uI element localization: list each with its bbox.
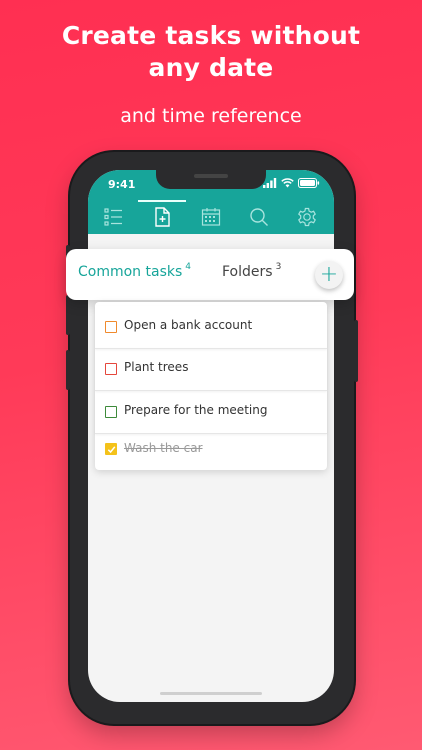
headline-line-1: Create tasks without xyxy=(61,21,361,50)
notch xyxy=(156,170,266,189)
task-checkbox-checked[interactable] xyxy=(105,443,117,455)
headline-line-2: any date xyxy=(148,53,274,82)
plus-icon: + xyxy=(319,262,339,287)
status-time: 9:41 xyxy=(108,178,136,191)
task-text: Wash the car xyxy=(124,441,203,455)
task-row[interactable]: Plant trees xyxy=(95,348,327,391)
task-text: Prepare for the meeting xyxy=(124,403,268,417)
tab-bar xyxy=(88,200,334,234)
tab-calendar[interactable] xyxy=(200,206,222,228)
tab-search[interactable] xyxy=(248,206,270,228)
common-tasks-count: 4 xyxy=(185,262,192,272)
task-row[interactable]: Wash the car xyxy=(95,430,327,468)
task-text: Open a bank account xyxy=(124,318,253,332)
task-row[interactable]: Open a bank account xyxy=(95,306,327,349)
tab-folders[interactable]: Folders 3 xyxy=(222,262,282,280)
checkmark-icon xyxy=(107,445,115,453)
common-tasks-label: Common tasks xyxy=(78,264,183,280)
task-list: Open a bank account Plant trees Prepare … xyxy=(95,302,327,470)
battery-icon xyxy=(298,178,320,188)
tab-settings[interactable] xyxy=(296,206,318,228)
task-checkbox[interactable] xyxy=(105,321,117,333)
folders-label: Folders xyxy=(222,264,273,280)
tab-new-task[interactable] xyxy=(151,206,173,228)
tabs-card: Common tasks 4 Folders 3 + xyxy=(66,249,354,300)
promo-subline: and time reference xyxy=(120,105,302,127)
promo-headline: Create tasks without any date xyxy=(0,20,422,84)
app-header: 9:41 xyxy=(88,170,334,234)
speaker xyxy=(194,174,228,178)
settings-gear-icon xyxy=(298,207,316,227)
status-icons xyxy=(263,178,320,188)
phone-side-button xyxy=(66,295,70,335)
search-icon xyxy=(250,208,268,226)
wifi-icon xyxy=(281,178,294,188)
checklist-icon xyxy=(104,208,122,226)
folders-count: 3 xyxy=(275,262,282,272)
home-indicator xyxy=(160,692,262,695)
signal-icon xyxy=(263,178,277,188)
task-checkbox[interactable] xyxy=(105,406,117,418)
tab-checklist[interactable] xyxy=(103,206,125,228)
task-row[interactable]: Prepare for the meeting xyxy=(95,391,327,434)
new-document-icon xyxy=(155,207,170,227)
phone-side-button xyxy=(354,320,358,382)
task-text: Plant trees xyxy=(124,360,189,374)
tab-active-indicator xyxy=(138,200,186,202)
calendar-icon xyxy=(201,208,221,226)
add-task-button[interactable]: + xyxy=(315,261,343,289)
tab-common-tasks[interactable]: Common tasks 4 xyxy=(78,262,192,280)
phone-side-button xyxy=(66,350,70,390)
task-checkbox[interactable] xyxy=(105,363,117,375)
